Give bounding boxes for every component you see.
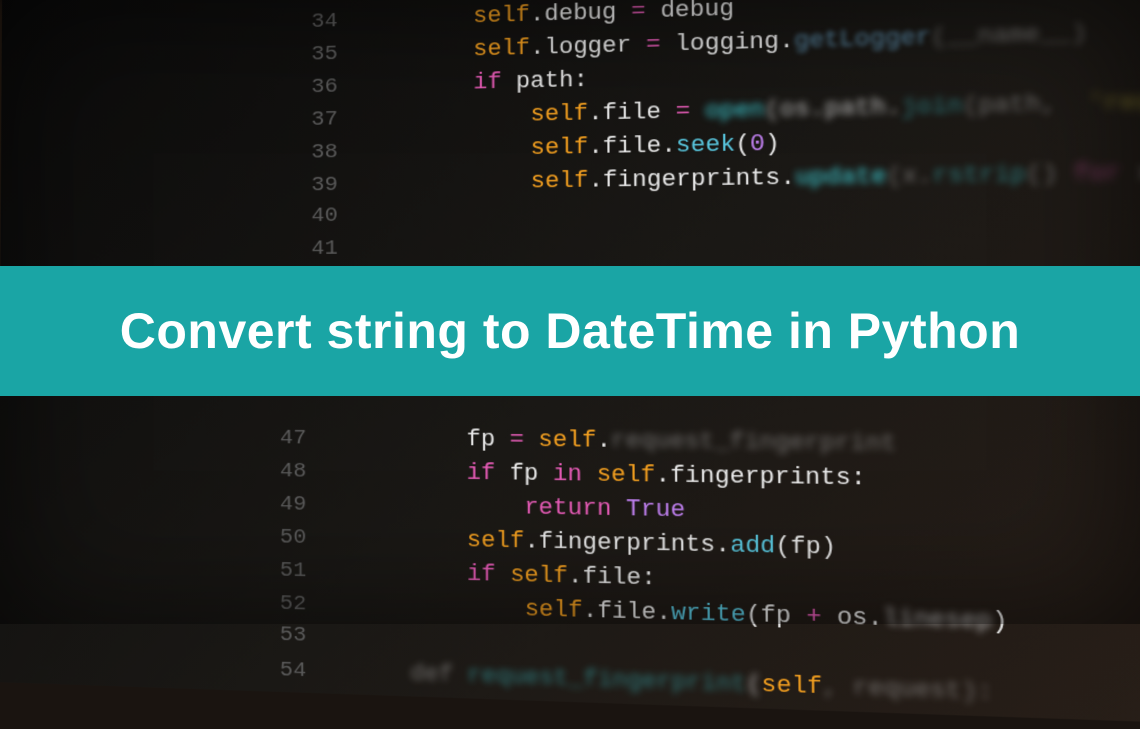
line-number: 52 bbox=[262, 592, 325, 618]
line-number: 34 bbox=[294, 9, 357, 34]
line-number: 35 bbox=[294, 42, 357, 67]
line-number: 51 bbox=[262, 559, 325, 584]
code-content bbox=[357, 253, 474, 254]
line-number: 37 bbox=[294, 108, 357, 133]
page-title: Convert string to DateTime in Python bbox=[120, 302, 1021, 360]
line-number: 47 bbox=[263, 427, 326, 451]
code-content: if path: bbox=[357, 67, 588, 98]
code-content bbox=[357, 219, 474, 220]
line-number: 54 bbox=[262, 658, 325, 684]
line-number: 48 bbox=[262, 459, 325, 484]
line-number: 39 bbox=[294, 173, 357, 197]
line-number: 53 bbox=[262, 623, 325, 649]
code-content bbox=[325, 641, 410, 644]
line-number: 41 bbox=[294, 237, 357, 261]
code-content: return True bbox=[325, 491, 685, 523]
code-content: if self.file: bbox=[325, 558, 656, 592]
code-content: fp = self.request_fingerprint bbox=[325, 425, 896, 457]
title-banner: Convert string to DateTime in Python bbox=[0, 266, 1140, 396]
line-number: 33 bbox=[294, 0, 357, 2]
line-number: 36 bbox=[294, 75, 357, 100]
line-number: 50 bbox=[262, 525, 325, 550]
code-content: if fp in self.fingerprints: bbox=[325, 458, 866, 492]
code-content: self.debug = debug bbox=[356, 0, 734, 33]
code-block-top: 33self.logdupes = True34self.debug = deb… bbox=[0, 0, 1140, 272]
line-number: 49 bbox=[262, 492, 325, 517]
line-number: 38 bbox=[294, 140, 357, 165]
line-number: 40 bbox=[294, 204, 357, 228]
